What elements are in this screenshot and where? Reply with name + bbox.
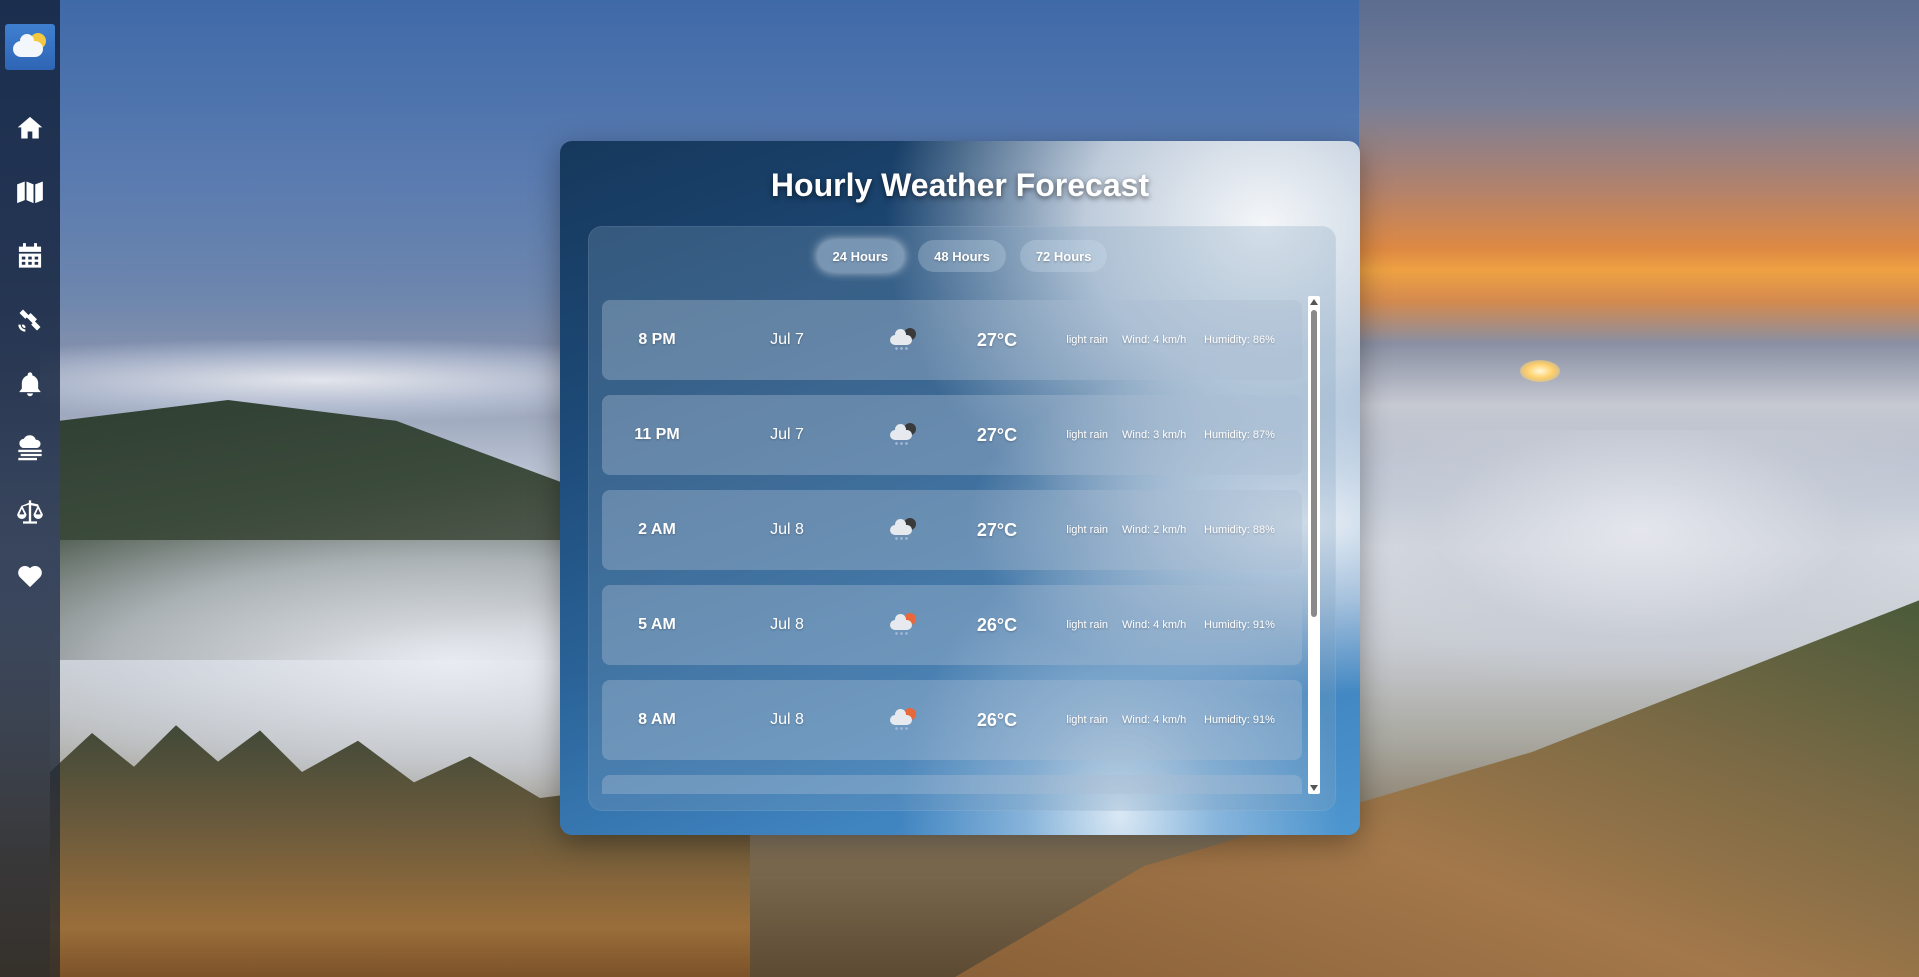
- forecast-wind: Wind: 2 km/h: [1122, 524, 1187, 536]
- forecast-desc: light rain: [1066, 429, 1108, 441]
- sidebar-item-compare[interactable]: [10, 492, 50, 532]
- night-rain-icon: [887, 517, 917, 543]
- scrollbar-thumb[interactable]: [1311, 310, 1317, 617]
- scroll-up-arrow-icon[interactable]: [1310, 299, 1318, 305]
- sidebar-nav: [10, 108, 50, 620]
- sidebar-item-satellite[interactable]: [10, 300, 50, 340]
- tab-24-hours[interactable]: 24 Hours: [816, 240, 905, 272]
- forecast-date: Jul 8: [770, 616, 804, 633]
- forecast-date: Jul 8: [770, 521, 804, 538]
- forecast-panel: 24 Hours 48 Hours 72 Hours 8 PM Jul 7 27…: [588, 226, 1336, 811]
- tab-72-hours[interactable]: 72 Hours: [1019, 240, 1108, 272]
- sidebar-item-calendar[interactable]: [10, 236, 50, 276]
- sidebar-item-favorites[interactable]: [10, 556, 50, 596]
- forecast-desc: light rain: [1066, 619, 1108, 631]
- forecast-wind: Wind: 3 km/h: [1122, 429, 1187, 441]
- sidebar-item-alerts[interactable]: [10, 364, 50, 404]
- forecast-wind: Wind: 4 km/h: [1122, 619, 1187, 631]
- forecast-row: 8 AM Jul 8 26°C light rain Wind: 4 km/h …: [602, 680, 1302, 760]
- day-rain-icon: [887, 612, 917, 638]
- home-icon: [17, 116, 43, 139]
- forecast-humidity: Humidity: 91%: [1204, 619, 1275, 631]
- forecast-time: 5 AM: [638, 616, 676, 633]
- forecast-humidity: Humidity: 88%: [1204, 524, 1275, 536]
- forecast-card: Hourly Weather Forecast 24 Hours 48 Hour…: [560, 141, 1360, 835]
- tab-48-hours[interactable]: 48 Hours: [918, 240, 1006, 272]
- forecast-temp: 27°C: [976, 329, 1018, 350]
- forecast-date: Jul 7: [770, 331, 804, 348]
- forecast-temp: 27°C: [976, 519, 1018, 540]
- forecast-temp: 27°C: [976, 424, 1018, 445]
- bell-icon: [19, 372, 41, 397]
- sidebar: [0, 0, 60, 977]
- forecast-date: Jul 8: [770, 711, 804, 728]
- forecast-temp: 26°C: [976, 709, 1018, 730]
- fog-icon: [18, 435, 42, 461]
- forecast-desc: light rain: [1066, 714, 1108, 726]
- forecast-humidity: Humidity: 91%: [1204, 714, 1275, 726]
- heart-icon: [18, 565, 42, 588]
- forecast-row: 2 AM Jul 8 27°C light rain Wind: 2 km/h …: [602, 490, 1302, 570]
- forecast-row: [602, 775, 1302, 794]
- night-rain-icon: [887, 422, 917, 448]
- forecast-row: 11 PM Jul 7 27°C light rain Wind: 3 km/h…: [602, 395, 1302, 475]
- forecast-time: 8 PM: [638, 331, 676, 348]
- forecast-humidity: Humidity: 87%: [1204, 429, 1275, 441]
- forecast-desc: light rain: [1066, 524, 1108, 536]
- forecast-date: Jul 7: [770, 426, 804, 443]
- app-logo-icon[interactable]: [5, 24, 55, 70]
- night-rain-icon: [887, 327, 917, 353]
- forecast-list: 8 PM Jul 7 27°C light rain Wind: 4 km/h …: [602, 300, 1302, 794]
- satellite-icon: [18, 309, 41, 332]
- forecast-row: 5 AM Jul 8 26°C light rain Wind: 4 km/h …: [602, 585, 1302, 665]
- calendar-icon: [18, 243, 42, 268]
- forecast-humidity: Humidity: 86%: [1204, 334, 1275, 346]
- scale-icon: [17, 500, 43, 524]
- sidebar-item-map[interactable]: [10, 172, 50, 212]
- forecast-row: 8 PM Jul 7 27°C light rain Wind: 4 km/h …: [602, 300, 1302, 380]
- forecast-desc: light rain: [1066, 334, 1108, 346]
- forecast-time: 8 AM: [638, 711, 676, 728]
- map-icon: [17, 181, 43, 204]
- day-rain-icon: [887, 707, 917, 733]
- forecast-time: 11 PM: [634, 426, 680, 443]
- sun: [1520, 360, 1560, 382]
- forecast-temp: 26°C: [976, 614, 1018, 635]
- forecast-wind: Wind: 4 km/h: [1122, 714, 1187, 726]
- scroll-down-arrow-icon[interactable]: [1310, 785, 1318, 791]
- forecast-scrollbar[interactable]: [1308, 296, 1320, 794]
- sidebar-item-home[interactable]: [10, 108, 50, 148]
- forecast-list-viewport[interactable]: 8 PM Jul 7 27°C light rain Wind: 4 km/h …: [602, 300, 1322, 794]
- page-title: Hourly Weather Forecast: [770, 167, 1150, 203]
- sidebar-item-fog[interactable]: [10, 428, 50, 468]
- range-tabs: 24 Hours 48 Hours 72 Hours: [588, 240, 1336, 272]
- forecast-time: 2 AM: [638, 521, 676, 538]
- forecast-wind: Wind: 4 km/h: [1122, 334, 1187, 346]
